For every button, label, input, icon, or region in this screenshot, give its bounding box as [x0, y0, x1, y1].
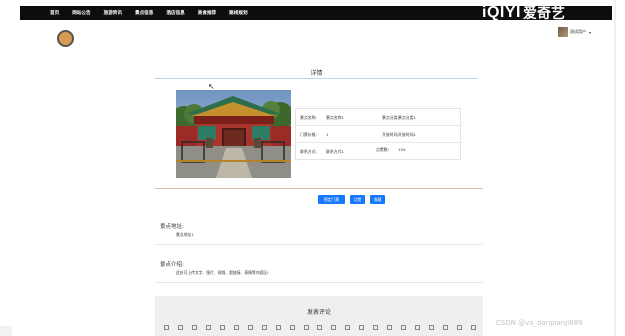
- user-avatar: [558, 27, 568, 37]
- nav-announcements[interactable]: 网站公告: [72, 10, 90, 16]
- heading-icon[interactable]: [247, 325, 253, 330]
- indent-icon[interactable]: [387, 325, 393, 330]
- info-value: 景点名称1: [326, 115, 345, 120]
- csdn-watermark: CSDN @vx_danpianji889: [496, 319, 583, 327]
- page: { "nav": { "items": ["首页", "网站公告", "旅游资讯…: [0, 0, 625, 336]
- clear-format-icon[interactable]: [470, 325, 476, 330]
- list-ordered-icon[interactable]: [359, 325, 365, 330]
- info-value: 154: [398, 147, 406, 152]
- info-label: 开放时间:: [382, 132, 399, 137]
- info-label: 景点分类:: [382, 115, 399, 120]
- info-value: 1: [326, 132, 329, 137]
- code-icon[interactable]: [233, 325, 239, 330]
- info-label: 点赞数:: [376, 147, 389, 152]
- nav-route-planning[interactable]: 路线规划: [229, 10, 247, 16]
- address-value: 景点地址1: [176, 232, 194, 237]
- info-value: 景点分类1: [398, 115, 417, 120]
- user-menu[interactable]: 测试用户 ▾: [558, 27, 591, 37]
- divider: [155, 282, 483, 283]
- italic-icon[interactable]: [177, 325, 183, 330]
- user-name: 测试用户: [570, 29, 586, 34]
- link-icon[interactable]: [415, 325, 421, 330]
- iqiyi-watermark-logo: iQIYI 爱奇艺: [482, 4, 565, 22]
- quote-icon[interactable]: [219, 325, 225, 330]
- background-color-icon[interactable]: [303, 325, 309, 330]
- nav-travel-news[interactable]: 旅游资讯: [104, 10, 122, 16]
- video-icon[interactable]: [443, 325, 449, 330]
- intro-value: 此处可上传文字、图片、视频、超链接、表情等内容区!: [176, 270, 269, 275]
- bold-icon[interactable]: [164, 325, 169, 330]
- nav-home[interactable]: 首页: [50, 10, 59, 16]
- divider: [155, 78, 478, 79]
- address-heading: 景点地址:: [160, 224, 184, 230]
- like-button[interactable]: 点赞: [350, 195, 365, 204]
- list-bullet-icon[interactable]: [373, 325, 379, 330]
- align-left-icon[interactable]: [317, 325, 323, 330]
- scenic-spot-photo: [176, 90, 291, 178]
- nav-food[interactable]: 美食推荐: [198, 10, 216, 16]
- info-row: 联系方式: 联系方式1 点赞数: 154: [296, 143, 462, 160]
- detail-heading: 详情: [310, 70, 323, 77]
- strikethrough-icon[interactable]: [205, 325, 211, 330]
- font-size-icon[interactable]: [261, 325, 267, 330]
- info-row: 景点名称: 景点名称1 景点分类: 景点分类1: [296, 109, 462, 126]
- nav-scenic-spots[interactable]: 景点信息: [135, 10, 153, 16]
- corner-tab: [0, 326, 12, 336]
- site-logo-avatar[interactable]: [57, 30, 74, 47]
- buy-ticket-button[interactable]: 预定门票: [318, 195, 345, 204]
- scrollbar-track[interactable]: [614, 0, 616, 336]
- outdent-icon[interactable]: [401, 325, 407, 330]
- underline-icon[interactable]: [191, 325, 197, 330]
- intro-heading: 景点介绍:: [160, 262, 184, 268]
- align-right-icon[interactable]: [345, 325, 351, 330]
- info-table: 景点名称: 景点名称1 景点分类: 景点分类1 门票价格: 1 开放时间: 开放…: [295, 108, 462, 160]
- divider: [155, 244, 483, 245]
- info-value: 联系方式1: [326, 149, 345, 154]
- formula-icon[interactable]: [457, 325, 463, 330]
- favorite-button[interactable]: 收藏: [370, 195, 385, 204]
- comment-section: 发表评论: [155, 296, 483, 336]
- align-center-icon[interactable]: [331, 325, 337, 330]
- info-row: 门票价格: 1 开放时间: 开放时间1: [296, 126, 462, 143]
- info-value: 开放时间1: [398, 132, 417, 137]
- image-icon[interactable]: [429, 325, 435, 330]
- nav-hotels[interactable]: 酒店信息: [166, 10, 184, 16]
- info-label: 门票价格:: [300, 132, 317, 137]
- info-label: 景点名称:: [300, 115, 317, 120]
- text-color-icon[interactable]: [289, 325, 295, 330]
- chevron-down-icon: ▾: [589, 29, 592, 35]
- editor-toolbar: [164, 325, 476, 332]
- comment-title: 发表评论: [306, 309, 331, 316]
- info-label: 联系方式:: [300, 149, 317, 154]
- font-family-icon[interactable]: [275, 325, 281, 330]
- divider: [155, 188, 483, 189]
